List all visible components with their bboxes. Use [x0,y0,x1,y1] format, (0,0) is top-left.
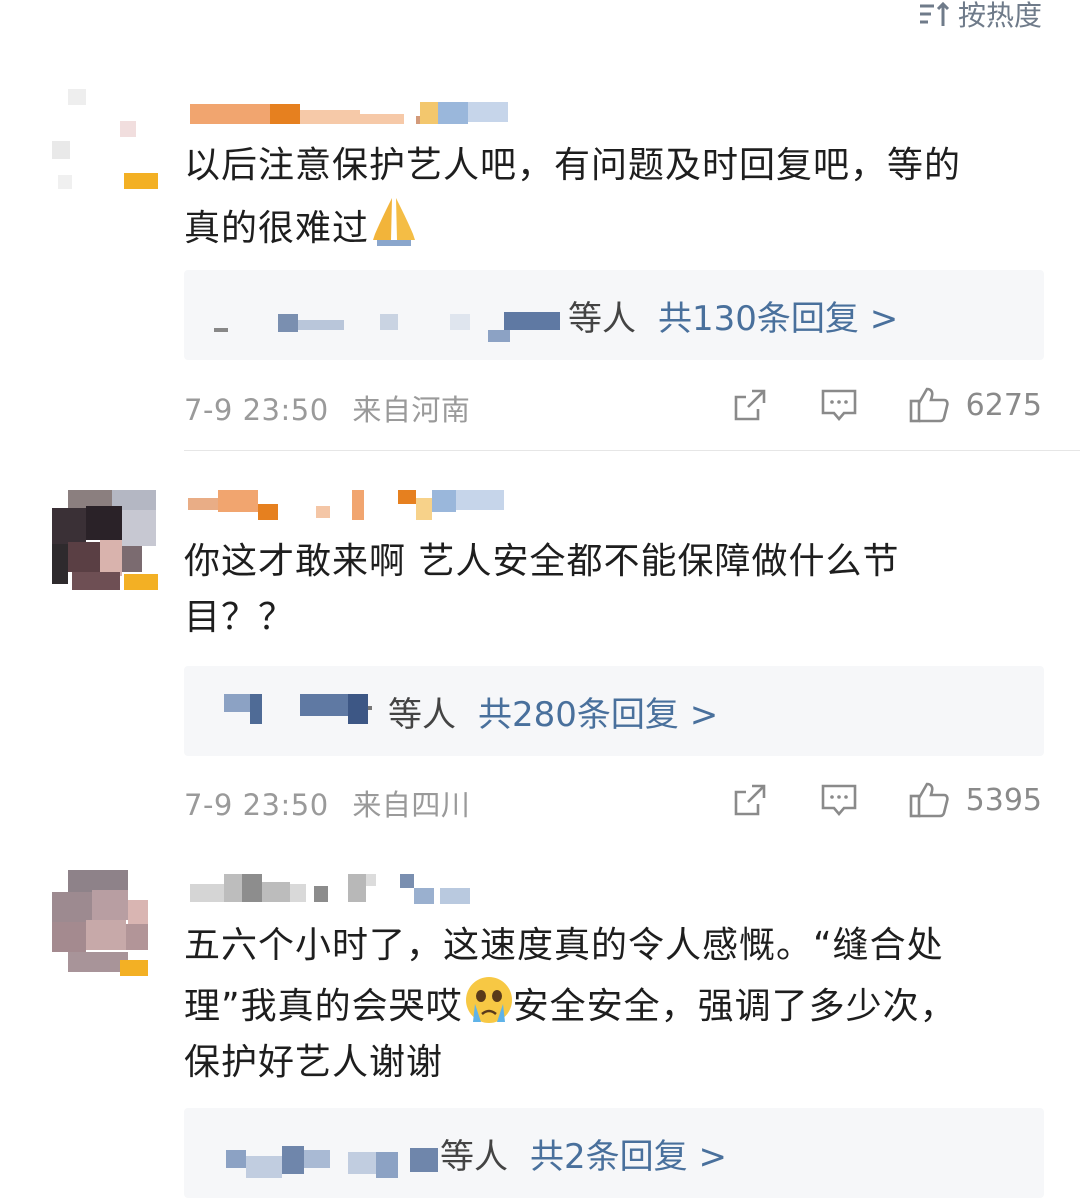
username-blurred[interactable] [184,488,514,522]
reply-usernames-blurred [204,1108,444,1198]
share-icon [732,387,768,423]
comment-text-line: 真的很难过 [184,208,370,249]
sort-toggle[interactable]: 按热度 [918,0,1042,36]
comment-time: 7-9 23:50 [184,788,329,822]
comment-text-line: 理”我真的会哭哎 [184,986,463,1027]
avatar[interactable] [52,870,148,976]
like-count: 6275 [965,387,1042,423]
share-button[interactable] [732,387,768,423]
reply-usernames-blurred [204,666,394,756]
username-blurred[interactable] [184,870,474,904]
comment-time: 7-9 23:50 [184,393,329,427]
replies-preview[interactable]: 等人 共2条回复 > [184,1108,1044,1198]
comment-text-line: 以后注意保护艺人吧，有问题及时回复吧，等的 [184,145,962,186]
comment-text: 五六个小时了，这速度真的令人感慨。“缝合处 理”我真的会哭哎 安全安全，强调了多… [184,918,1044,1091]
reply-usernames-blurred [204,270,574,360]
avatar[interactable] [52,85,158,191]
avatar[interactable] [52,486,158,592]
comment-text-line: 目？？ [184,597,296,638]
thumbs-up-icon [908,386,950,424]
comment-button[interactable] [820,782,858,818]
comment-icon [820,782,858,818]
sort-icon [918,0,950,28]
comment-text-line: 保护好艺人谢谢 [184,1042,444,1083]
crying-face-emoji [463,974,513,1024]
comment-button[interactable] [820,387,858,423]
replies-preview[interactable]: 等人 共130条回复 > [184,270,1044,360]
like-count: 5395 [965,782,1042,818]
like-button[interactable]: 6275 [908,386,1042,424]
praying-hands-emoji [369,194,419,246]
comment-location: 来自河南 [352,393,471,427]
comment-text: 你这才敢来啊 艺人安全都不能保障做什么节 目？？ [184,534,1044,646]
comment-text: 以后注意保护艺人吧，有问题及时回复吧，等的 真的很难过 [184,138,1044,257]
comment-text-line: 你这才敢来啊 艺人安全都不能保障做什么节 [184,541,900,582]
reply-participants: 等人 [568,298,636,339]
reply-count-link[interactable]: 共280条回复 > [478,687,718,736]
username-blurred[interactable] [184,102,514,136]
sort-label: 按热度 [957,0,1042,32]
reply-count-link[interactable]: 共2条回复 > [530,1129,727,1178]
comment-meta: 7-9 23:50 来自河南 [184,387,470,429]
replies-preview[interactable]: 等人 共280条回复 > [184,666,1044,756]
comment-icon [820,387,858,423]
reply-count-link[interactable]: 共130条回复 > [658,291,898,340]
comment-meta: 7-9 23:50 来自四川 [184,782,470,824]
divider [184,450,1080,451]
comment-text-line: 五六个小时了，这速度真的令人感慨。“缝合处 [184,925,944,966]
reply-participants: 等人 [440,1136,508,1177]
share-icon [732,782,768,818]
share-button[interactable] [732,782,768,818]
like-button[interactable]: 5395 [908,781,1042,819]
reply-participants: 等人 [388,694,456,735]
thumbs-up-icon [908,781,950,819]
comment-location: 来自四川 [352,788,471,822]
comment-text-line: 安全安全，强调了多少次， [512,986,957,1027]
